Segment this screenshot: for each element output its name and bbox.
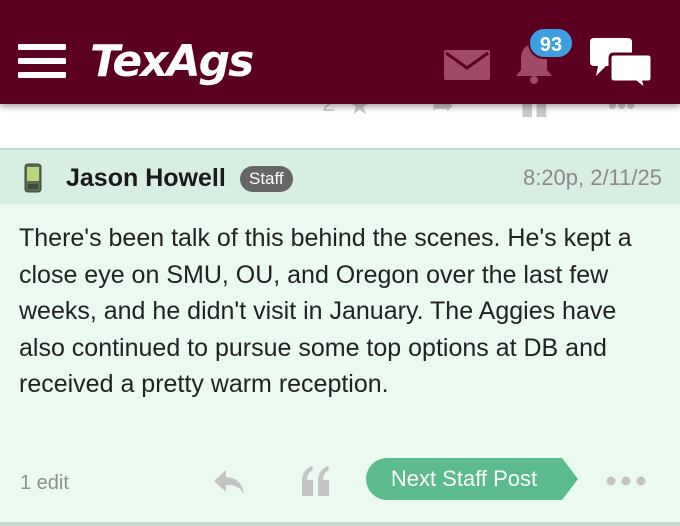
chat-bubbles-icon[interactable] [590,36,652,90]
post-body: There's been talk of this behind the sce… [0,204,680,522]
hamburger-menu-icon[interactable] [18,44,68,78]
post-text: There's been talk of this behind the sce… [19,224,632,398]
reply-icon[interactable] [212,468,246,496]
staff-role-badge: Staff [240,166,293,192]
post-header: Jason Howell 8:20p, 2/11/25 [0,150,680,204]
quote-icon[interactable] [300,464,332,498]
notification-count-badge[interactable]: 93 [528,27,574,59]
more-options-icon[interactable] [606,476,646,486]
next-staff-post-button[interactable]: Next Staff Post [366,458,578,500]
bottom-divider [0,522,680,526]
post-timestamp: 8:20p, 2/11/25 [522,165,662,190]
edit-count[interactable]: 1 edit [20,470,69,496]
mail-icon[interactable] [444,50,490,80]
site-logo[interactable]: TexAgs [90,36,254,88]
next-staff-post-label: Next Staff Post [390,466,538,491]
post-author[interactable]: Jason Howell [66,163,226,193]
top-nav-bar: TexAgs 93 [0,0,680,104]
post-footer: 1 edit Next Staff Post [0,458,680,508]
previous-post-footer: 2 ★ ➦ ▮▮ ••• [0,90,680,148]
mobile-phone-icon [24,163,42,193]
